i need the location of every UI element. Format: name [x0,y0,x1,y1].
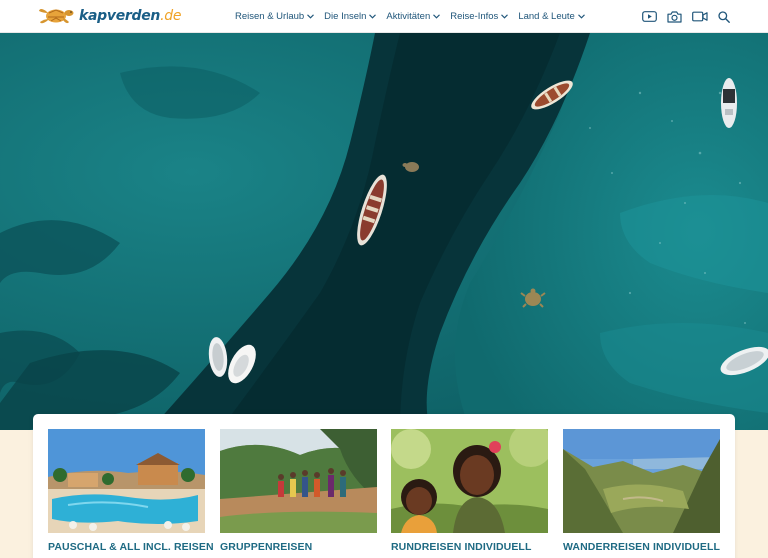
children-portrait-image [391,429,548,533]
card-rundreisen[interactable]: RUNDREISEN INDIVIDUELL [391,429,548,553]
youtube-icon [642,11,657,22]
search-icon [718,10,730,23]
resort-pool-image [48,429,205,533]
chevron-down-icon [369,14,377,19]
nav-item-die-inseln[interactable]: Die Inseln [324,11,377,22]
travel-categories-panel: PAUSCHAL & ALL INCL. REISEN GRUPPENREISE… [33,414,735,558]
logo-text: kapverden.de [79,8,182,24]
hiking-group-image [220,429,377,533]
chevron-down-icon [501,14,509,19]
video-icon [692,11,708,22]
site-logo[interactable]: kapverden.de [38,5,181,27]
hero-image [0,33,768,430]
chevron-down-icon [433,14,441,19]
card-title: WANDERREISEN INDIVIDUELL [563,541,720,553]
nav-item-aktivitaeten[interactable]: Aktivitäten [386,11,441,22]
videos-button[interactable] [692,11,708,22]
card-title: PAUSCHAL & ALL INCL. REISEN [48,541,214,553]
card-gruppenreisen[interactable]: GRUPPENREISEN [220,429,377,553]
camera-icon [667,10,682,23]
nav-item-reisen-urlaub[interactable]: Reisen & Urlaub [235,11,315,22]
card-pauschal-reisen[interactable]: PAUSCHAL & ALL INCL. REISEN [48,429,214,553]
photos-button[interactable] [667,10,682,23]
header-tools [632,0,730,33]
nav-item-label: Land & Leute [518,11,575,22]
search-button[interactable] [718,10,730,23]
nav-item-label: Aktivitäten [386,11,431,22]
chevron-down-icon [577,14,585,19]
nav-item-reise-infos[interactable]: Reise-Infos [450,11,509,22]
site-header: kapverden.de Reisen & Urlaub Die Inseln … [0,0,768,33]
youtube-button[interactable] [642,11,657,22]
main-nav: Reisen & Urlaub Die Inseln Aktivitäten R… [235,0,595,33]
turtle-logo-icon [39,9,74,24]
card-title: RUNDREISEN INDIVIDUELL [391,541,532,553]
nav-item-label: Die Inseln [324,11,367,22]
nav-item-label: Reisen & Urlaub [235,11,305,22]
mountain-valley-image [563,429,720,533]
nav-item-label: Reise-Infos [450,11,499,22]
card-wanderreisen[interactable]: WANDERREISEN INDIVIDUELL [563,429,720,553]
aerial-ocean-boats-illustration [0,33,768,430]
chevron-down-icon [307,14,315,19]
card-title: GRUPPENREISEN [220,541,313,553]
nav-item-land-leute[interactable]: Land & Leute [518,11,585,22]
